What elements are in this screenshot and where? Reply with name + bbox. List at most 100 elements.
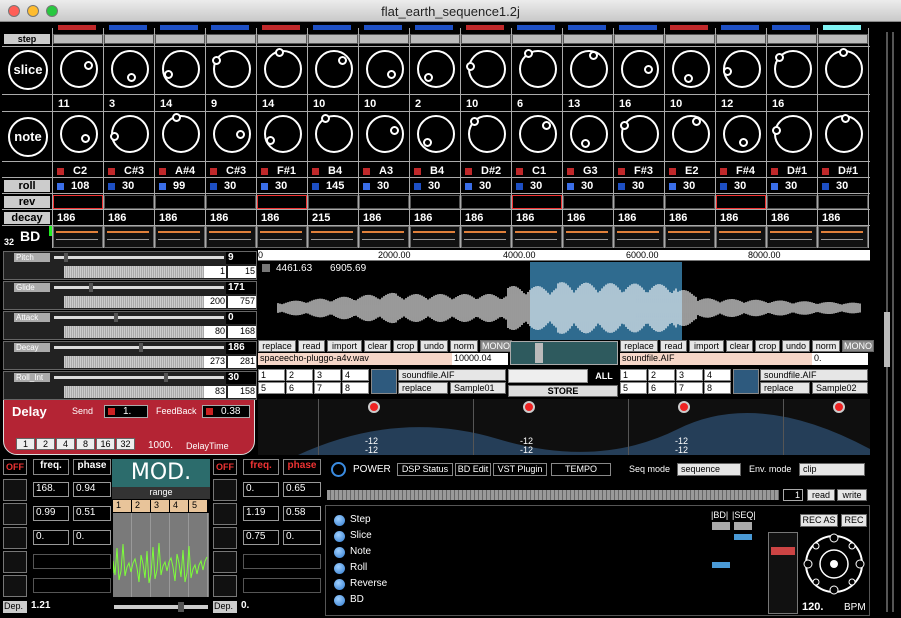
noise-wave-icon[interactable] [213, 551, 237, 573]
right-phase-value[interactable]: 0. [283, 530, 321, 545]
note-toggle[interactable] [669, 168, 676, 175]
roll-toggle[interactable] [210, 183, 217, 190]
slider-thumb[interactable] [64, 253, 68, 262]
note-knob[interactable] [723, 115, 761, 153]
tab-dsp-status[interactable]: DSP Status [397, 463, 453, 476]
right-dep-value[interactable]: 0. [241, 600, 249, 611]
square-wave-icon[interactable] [213, 527, 237, 549]
note-toggle[interactable] [465, 168, 472, 175]
roll-toggle[interactable] [516, 183, 523, 190]
tab-tempo[interactable]: TEMPO [551, 463, 611, 476]
route-reverse-radio[interactable] [334, 579, 345, 590]
range-high[interactable]: 168 [228, 326, 256, 338]
roll-toggle[interactable] [57, 183, 64, 190]
step-cell[interactable] [53, 34, 103, 44]
right-pad[interactable]: 5 [620, 382, 647, 394]
crossfade-thumb[interactable] [535, 343, 543, 363]
step-cell[interactable] [461, 34, 511, 44]
left-pad[interactable]: 5 [258, 382, 285, 394]
step-num[interactable]: 1 [783, 489, 803, 501]
step-cell[interactable] [257, 34, 307, 44]
eq-band-handle[interactable] [833, 401, 845, 413]
step-cell[interactable] [563, 34, 613, 44]
store-button[interactable]: STORE [508, 385, 618, 397]
right-undo-button[interactable]: undo [782, 340, 810, 352]
right-norm-button[interactable]: norm [812, 340, 840, 352]
step-cell[interactable] [818, 34, 868, 44]
note-knob[interactable] [110, 115, 149, 153]
note-toggle[interactable] [618, 168, 625, 175]
random-wave-icon[interactable] [213, 575, 237, 597]
rev-cell[interactable] [512, 195, 562, 209]
left-pad[interactable]: 4 [342, 369, 369, 381]
step-cell[interactable] [614, 34, 664, 44]
note-toggle[interactable] [108, 168, 115, 175]
roll-toggle[interactable] [720, 183, 727, 190]
param-slider[interactable] [54, 376, 224, 379]
rev-cell[interactable] [818, 195, 868, 209]
left-pad[interactable]: 7 [314, 382, 341, 394]
slice-knob[interactable] [162, 50, 200, 88]
note-knob[interactable] [315, 114, 353, 153]
tab-vst-plugin[interactable]: VST Plugin [493, 463, 547, 476]
left-freq-value[interactable]: 0. [33, 530, 69, 545]
step-cell[interactable] [512, 34, 562, 44]
bd-cell[interactable] [614, 226, 664, 248]
bd-cell[interactable] [512, 226, 562, 248]
rev-cell[interactable] [614, 195, 664, 209]
roll-toggle[interactable] [567, 183, 574, 190]
bd-toggle[interactable] [712, 522, 730, 530]
param-value[interactable]: 9 [226, 252, 256, 264]
saw-wave-icon[interactable] [3, 503, 27, 525]
left-replace-button[interactable]: replace [258, 340, 296, 352]
right-pad[interactable]: 4 [704, 369, 731, 381]
param-value[interactable]: 30 [226, 372, 256, 384]
square-wave-icon[interactable] [3, 527, 27, 549]
env-mode-select[interactable]: clip [799, 463, 865, 476]
note-toggle[interactable] [771, 168, 778, 175]
param-range[interactable] [64, 356, 204, 368]
step-cell[interactable] [308, 34, 358, 44]
rev-cell[interactable] [257, 195, 307, 209]
roll-toggle[interactable] [822, 183, 829, 190]
right-phase-value[interactable]: 0.58 [283, 506, 321, 521]
step-cell[interactable] [716, 34, 766, 44]
slice-knob[interactable] [417, 50, 455, 88]
crossfade-slider[interactable] [510, 341, 618, 365]
right-pad[interactable]: 6 [648, 382, 675, 394]
bpm-value[interactable]: 120. [802, 601, 823, 613]
left-phase-value[interactable]: 0.51 [73, 506, 111, 521]
bd-cell[interactable] [257, 226, 307, 248]
sine-wave-icon[interactable] [213, 479, 237, 501]
waveform-panel[interactable]: 0 2000.00 4000.00 6000.00 8000.00 4461.6… [258, 250, 870, 340]
note-knob[interactable] [672, 115, 710, 153]
rec-button[interactable]: REC [841, 514, 867, 527]
right-pad[interactable]: 8 [704, 382, 731, 394]
right-pad[interactable]: 7 [676, 382, 703, 394]
note-toggle[interactable] [57, 168, 64, 175]
route-step-radio[interactable] [334, 515, 345, 526]
rev-cell[interactable] [665, 195, 715, 209]
eq-band-handle[interactable] [368, 401, 380, 413]
range-low[interactable]: 200 [204, 296, 226, 308]
store-slots[interactable] [508, 369, 588, 383]
delay-div-button[interactable]: 32 [116, 438, 135, 450]
range-num[interactable]: 3 [151, 500, 169, 512]
slice-knob[interactable] [722, 50, 761, 88]
progress-bar[interactable] [327, 490, 779, 500]
slider-thumb[interactable] [164, 373, 168, 382]
rev-cell[interactable] [767, 195, 817, 209]
random-wave-icon[interactable] [3, 575, 27, 597]
left-pad[interactable]: 3 [314, 369, 341, 381]
roll-toggle[interactable] [159, 183, 166, 190]
range-high[interactable]: 15 [228, 266, 256, 278]
eq-graph[interactable]: -12 -12 -12 -12 -12 -12 [258, 399, 870, 455]
rev-cell[interactable] [563, 195, 613, 209]
param-range[interactable] [64, 386, 204, 398]
right-import-button[interactable]: import [689, 340, 724, 352]
rev-cell[interactable] [206, 195, 256, 209]
rev-cell[interactable] [359, 195, 409, 209]
range-num[interactable]: 4 [170, 500, 188, 512]
route-slice-radio[interactable] [334, 531, 345, 542]
roll-toggle[interactable] [414, 183, 421, 190]
